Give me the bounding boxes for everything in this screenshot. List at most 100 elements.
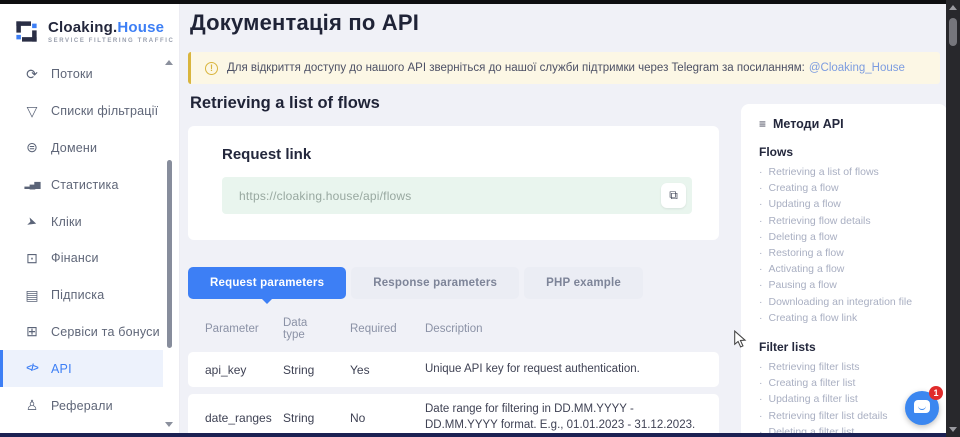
- scroll-down-icon[interactable]: [949, 427, 957, 432]
- sync-icon: ⟳: [23, 66, 41, 83]
- mouse-cursor: [733, 330, 747, 348]
- notice-banner: ! Для відкриття доступу до нашого API зв…: [188, 52, 940, 84]
- cell-parameter: date_ranges: [205, 411, 283, 425]
- copy-icon: ⧉: [669, 188, 678, 203]
- chat-widget[interactable]: 1: [905, 391, 939, 425]
- cell-desc: Date range for filtering in DD.MM.YYYY -…: [425, 402, 719, 433]
- sidebar-item-label: API: [51, 362, 72, 376]
- referrals-icon: ♙: [23, 397, 41, 414]
- sidebar-scroll-up-icon[interactable]: [165, 60, 173, 65]
- notice-text: Для відкриття доступу до нашого API звер…: [227, 62, 805, 74]
- method-link[interactable]: Deleting a flow: [759, 229, 935, 245]
- method-link[interactable]: Updating a flow: [759, 196, 935, 212]
- copy-button[interactable]: ⧉: [661, 183, 686, 208]
- services-icon: ⊞: [23, 323, 41, 340]
- tab-request-parameters[interactable]: Request parameters: [188, 267, 346, 299]
- methods-group-title: Flows: [759, 145, 935, 159]
- filter-icon: ▽: [23, 103, 41, 120]
- sidebar-scroll-down-icon[interactable]: [165, 422, 173, 427]
- page-scrollbar[interactable]: [946, 0, 960, 437]
- list-icon: ≡: [759, 117, 766, 131]
- sidebar-item-label: Сервіси та бонуси: [51, 325, 160, 339]
- sidebar-nav: ⟳ Потоки ▽ Списки фільтрації ⊜ Домени ▂▄▆ Стати…: [0, 56, 163, 424]
- sidebar-item-domains[interactable]: ⊜ Домени: [0, 130, 163, 167]
- cell-desc: Unique API key for request authenticatio…: [425, 362, 719, 378]
- sidebar: Cloaking.House SERVICE FILTERING TRAFFIC…: [0, 4, 180, 433]
- info-icon: !: [205, 62, 218, 75]
- method-link[interactable]: Creating a flow: [759, 180, 935, 196]
- method-link[interactable]: Pausing a flow: [759, 277, 935, 293]
- methods-panel-title-row: ≡ Методи API: [759, 117, 935, 131]
- tab-php-example[interactable]: PHP example: [524, 267, 643, 299]
- page-title: Документація по API: [190, 10, 419, 36]
- method-link[interactable]: Restoring a flow: [759, 245, 935, 261]
- logo-text-secondary: House: [117, 19, 164, 36]
- scroll-up-icon[interactable]: [949, 5, 957, 10]
- table-header: Parameter Data type Required Description: [188, 312, 719, 346]
- column-header-description: Description: [425, 323, 719, 335]
- column-header-data-type: Data type: [283, 317, 325, 341]
- chat-icon: [914, 400, 930, 413]
- sidebar-item-label: Фінанси: [51, 251, 99, 265]
- methods-groups: FlowsRetrieving a list of flowsCreating …: [759, 145, 935, 437]
- api-icon: </>: [23, 363, 41, 374]
- method-link[interactable]: Creating a filter list: [759, 375, 935, 391]
- domains-icon: ⊜: [23, 139, 41, 156]
- request-link-title: Request link: [222, 146, 311, 163]
- tabs: Request parametersResponse parametersPHP…: [188, 267, 643, 299]
- sidebar-item-label: Домени: [51, 141, 97, 155]
- tab-response-parameters[interactable]: Response parameters: [351, 267, 519, 299]
- sidebar-item-label: Статистика: [51, 178, 119, 192]
- column-header-parameter: Parameter: [205, 323, 283, 335]
- cell-parameter: api_key: [205, 363, 283, 377]
- api-methods-panel: ≡ Методи API Flows Retrieving a list of f…: [741, 104, 947, 437]
- screen: Cloaking.House SERVICE FILTERING TRAFFIC…: [0, 0, 960, 437]
- page-scrollbar-thumb[interactable]: [949, 18, 957, 46]
- top-edge-bar: [0, 0, 946, 4]
- method-link[interactable]: Downloading an integration file: [759, 294, 935, 310]
- sidebar-scrollbar-thumb[interactable]: [167, 160, 172, 348]
- telegram-link[interactable]: @Cloaking_House: [809, 62, 905, 74]
- request-url-field[interactable]: https://cloaking.house/api/flows ⧉: [222, 177, 692, 214]
- method-link[interactable]: Retrieving a list of flows: [759, 164, 935, 180]
- logo-tagline: SERVICE FILTERING TRAFFIC: [48, 38, 174, 44]
- sidebar-item-label: Списки фільтрації: [51, 104, 158, 118]
- method-link[interactable]: Retrieving flow details: [759, 213, 935, 229]
- sidebar-item-label: Кліки: [51, 215, 82, 229]
- table-row: api_keyStringYesUnique API key for reque…: [188, 352, 719, 387]
- cell-required: Yes: [350, 363, 425, 377]
- sidebar-item-flows[interactable]: ⟳ Потоки: [0, 56, 163, 93]
- logo[interactable]: Cloaking.House SERVICE FILTERING TRAFFIC: [0, 4, 179, 45]
- request-url: https://cloaking.house/api/flows: [239, 189, 661, 203]
- sidebar-item-subscription[interactable]: ▤ Підписка: [0, 277, 163, 314]
- logo-text-primary: Cloaking.: [48, 19, 117, 36]
- cell-data-type: String: [283, 411, 350, 425]
- sidebar-item-label: Потоки: [51, 67, 93, 81]
- section-title: Retrieving a list of flows: [190, 94, 380, 113]
- sidebar-item-label: Реферали: [51, 399, 113, 413]
- methods-panel-title: Методи API: [773, 117, 844, 131]
- request-link-card: Request link https://cloaking.house/api/…: [188, 126, 719, 240]
- method-link[interactable]: Activating a flow: [759, 261, 935, 277]
- chat-unread-badge: 1: [929, 386, 943, 400]
- cell-required: No: [350, 411, 425, 425]
- sidebar-item-label: Підписка: [51, 288, 104, 302]
- column-header-required: Required: [350, 323, 425, 335]
- subscription-icon: ▤: [23, 287, 41, 304]
- sidebar-item-clicks[interactable]: ➤ Кліки: [0, 203, 163, 240]
- sidebar-item-referrals[interactable]: ♙ Реферали: [0, 387, 163, 424]
- finance-icon: ⊡: [23, 250, 41, 267]
- method-link[interactable]: Creating a flow link: [759, 310, 935, 326]
- clicks-icon: ➤: [21, 212, 42, 231]
- sidebar-item-filter-lists[interactable]: ▽ Списки фільтрації: [0, 93, 163, 130]
- method-link[interactable]: Retrieving filter lists: [759, 359, 935, 375]
- sidebar-item-services-bonuses[interactable]: ⊞ Сервіси та бонуси: [0, 314, 163, 351]
- table-row: date_rangesStringNoDate range for filter…: [188, 394, 719, 437]
- cell-data-type: String: [283, 363, 350, 377]
- methods-group-title: Filter lists: [759, 340, 935, 354]
- sidebar-item-statistics[interactable]: ▂▄▆ Статистика: [0, 166, 163, 203]
- logo-icon: [13, 18, 40, 45]
- sidebar-item-api[interactable]: </> API: [0, 350, 163, 387]
- sidebar-item-finance[interactable]: ⊡ Фінанси: [0, 240, 163, 277]
- stats-icon: ▂▄▆: [23, 180, 41, 189]
